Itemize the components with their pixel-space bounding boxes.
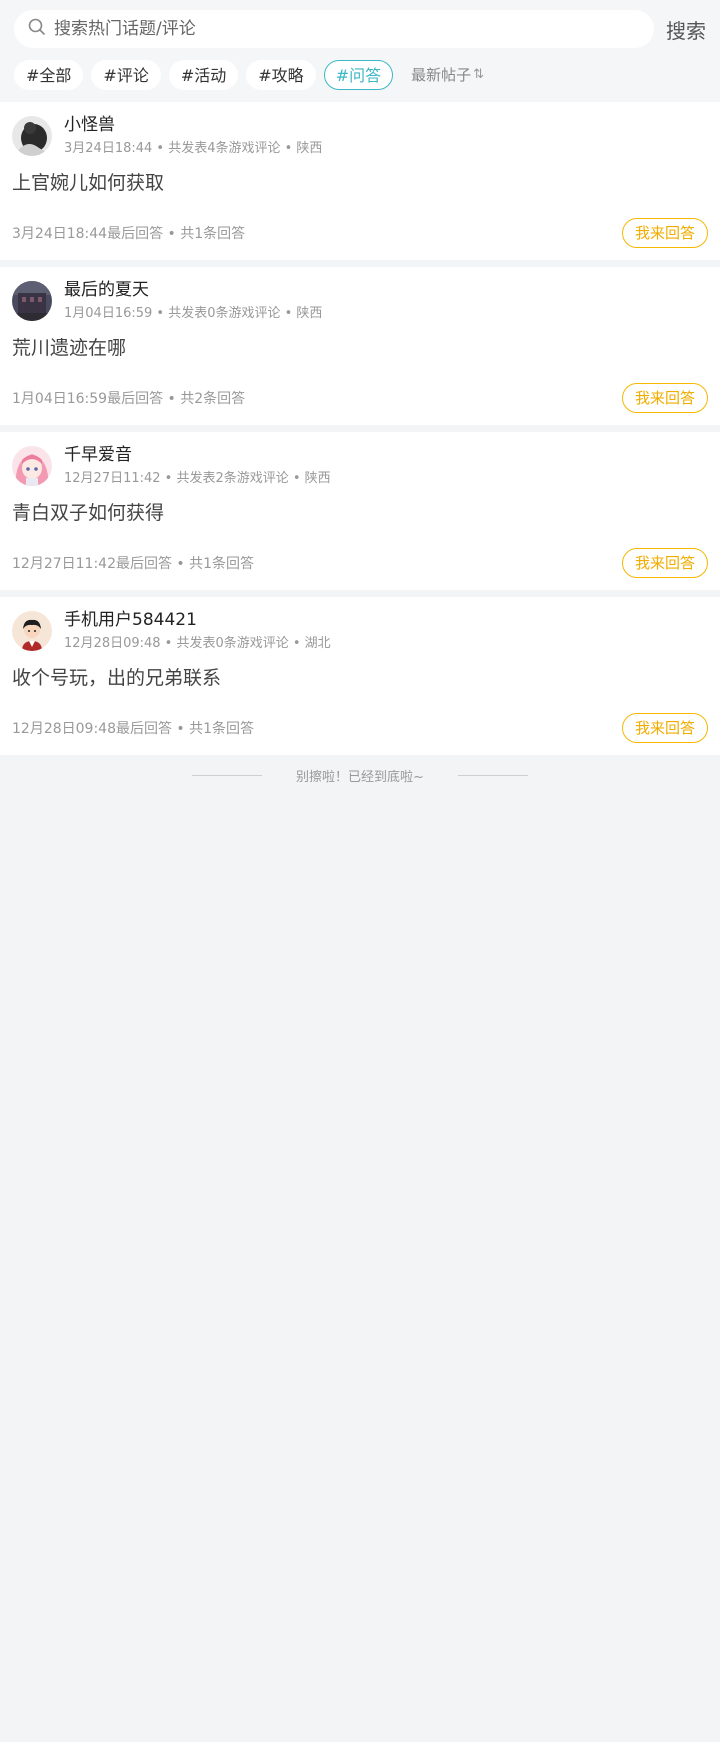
- post-header: 手机用户584421 12月28日09:48 • 共发表0条游戏评论 • 湖北: [12, 609, 708, 652]
- post-header: 最后的夏天 1月04日16:59 • 共发表0条游戏评论 • 陕西: [12, 279, 708, 322]
- building-avatar: [12, 281, 52, 321]
- question-title[interactable]: 收个号玩，出的兄弟联系: [12, 666, 708, 690]
- question-title[interactable]: 上官婉儿如何获取: [12, 171, 708, 195]
- avatar[interactable]: [12, 281, 52, 321]
- post-card[interactable]: 千早爱音 12月27日11:42 • 共发表2条游戏评论 • 陕西 青白双子如何…: [0, 432, 720, 590]
- divider-right: [457, 774, 528, 776]
- sort-dropdown[interactable]: 最新帖子 ⇅: [411, 64, 484, 85]
- end-of-list: 别擦啦！已经到底啦~: [0, 755, 720, 795]
- tag-events[interactable]: #活动: [168, 59, 239, 90]
- post-footer: 3月24日18:44最后回答 • 共1条回答 我来回答: [12, 218, 708, 248]
- post-meta: 3月24日18:44 • 共发表4条游戏评论 • 陕西: [64, 141, 323, 156]
- post-footer: 12月28日09:48最后回答 • 共1条回答 我来回答: [12, 713, 708, 743]
- answer-summary: 3月24日18:44最后回答 • 共1条回答: [12, 226, 246, 242]
- post-meta: 1月04日16:59 • 共发表0条游戏评论 • 陕西: [64, 306, 323, 321]
- post-footer: 1月04日16:59最后回答 • 共2条回答 我来回答: [12, 383, 708, 413]
- answer-summary: 1月04日16:59最后回答 • 共2条回答: [12, 391, 246, 407]
- search-input[interactable]: [52, 18, 640, 40]
- search-box[interactable]: [14, 10, 654, 48]
- avatar[interactable]: [12, 446, 52, 486]
- answer-button[interactable]: 我来回答: [621, 383, 708, 413]
- author-name[interactable]: 千早爱音: [64, 444, 331, 466]
- avatar[interactable]: [12, 611, 52, 651]
- anime-girl-avatar: [12, 446, 52, 486]
- answer-button[interactable]: 我来回答: [621, 218, 708, 248]
- author-block: 千早爱音 12月27日11:42 • 共发表2条游戏评论 • 陕西: [64, 444, 331, 487]
- search-button[interactable]: 搜索: [664, 15, 706, 44]
- tag-qa[interactable]: #问答: [323, 59, 394, 90]
- answer-summary: 12月28日09:48最后回答 • 共1条回答: [12, 721, 255, 737]
- author-block: 小怪兽 3月24日18:44 • 共发表4条游戏评论 • 陕西: [64, 114, 322, 157]
- post-header: 千早爱音 12月27日11:42 • 共发表2条游戏评论 • 陕西: [12, 444, 708, 487]
- avatar[interactable]: [12, 116, 52, 156]
- tag-guides[interactable]: #攻略: [246, 59, 316, 90]
- top-bar: 搜索 #全部 #评论 #活动 #攻略 #问答 最新帖子 ⇅: [0, 0, 720, 102]
- post-meta: 12月28日09:48 • 共发表0条游戏评论 • 湖北: [64, 636, 331, 651]
- sort-label: 最新帖子: [411, 66, 472, 84]
- author-block: 最后的夏天 1月04日16:59 • 共发表0条游戏评论 • 陕西: [64, 279, 322, 322]
- divider-left: [192, 774, 263, 776]
- post-footer: 12月27日11:42最后回答 • 共1条回答 我来回答: [12, 548, 708, 578]
- tag-comments[interactable]: #评论: [91, 59, 161, 90]
- search-row: 搜索: [14, 10, 706, 48]
- question-title[interactable]: 荒川遗迹在哪: [12, 336, 708, 360]
- cartoon-boy-avatar: [12, 611, 52, 651]
- tag-filter-row: #全部 #评论 #活动 #攻略 #问答 最新帖子 ⇅: [14, 59, 706, 90]
- answer-button[interactable]: 我来回答: [621, 713, 708, 743]
- post-header: 小怪兽 3月24日18:44 • 共发表4条游戏评论 • 陕西: [12, 114, 708, 157]
- question-title[interactable]: 青白双子如何获得: [12, 501, 708, 525]
- post-meta: 12月27日11:42 • 共发表2条游戏评论 • 陕西: [64, 471, 331, 486]
- tag-all[interactable]: #全部: [14, 59, 84, 90]
- answer-summary: 12月27日11:42最后回答 • 共1条回答: [12, 556, 255, 572]
- answer-button[interactable]: 我来回答: [621, 548, 708, 578]
- post-card[interactable]: 手机用户584421 12月28日09:48 • 共发表0条游戏评论 • 湖北 …: [0, 597, 720, 755]
- author-name[interactable]: 最后的夏天: [64, 279, 322, 301]
- end-of-list-text: 别擦啦！已经到底啦~: [296, 769, 424, 785]
- author-name[interactable]: 手机用户584421: [64, 609, 331, 631]
- author-block: 手机用户584421 12月28日09:48 • 共发表0条游戏评论 • 湖北: [64, 609, 331, 652]
- post-card[interactable]: 小怪兽 3月24日18:44 • 共发表4条游戏评论 • 陕西 上官婉儿如何获取…: [0, 102, 720, 260]
- dark-figure-avatar: [12, 116, 52, 156]
- search-icon: [28, 18, 46, 40]
- sort-arrows-icon: ⇅: [473, 67, 485, 82]
- author-name[interactable]: 小怪兽: [64, 114, 322, 136]
- post-card[interactable]: 最后的夏天 1月04日16:59 • 共发表0条游戏评论 • 陕西 荒川遗迹在哪…: [0, 267, 720, 425]
